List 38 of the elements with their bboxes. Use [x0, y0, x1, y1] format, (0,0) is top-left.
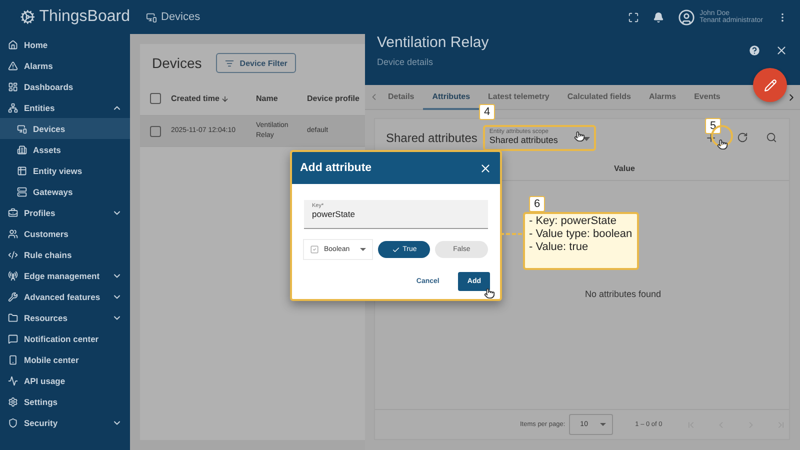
column-header[interactable]: Name — [256, 92, 307, 104]
sidebar-item[interactable]: Alarms — [0, 55, 130, 76]
sidebar-item[interactable]: Advanced features — [0, 286, 130, 307]
sidebar-item[interactable]: Assets — [0, 139, 130, 160]
sidebar-item[interactable]: Devices — [0, 118, 130, 139]
callout-line: - Key: powerState — [529, 215, 618, 228]
sidebar-item[interactable]: Profiles — [0, 202, 130, 223]
panel-title: Ventilation Relay — [377, 34, 490, 51]
callout-line: - Value type: boolean — [529, 228, 633, 242]
sidebar-item[interactable]: Edge management — [0, 265, 130, 286]
sidebar-item[interactable]: Entities — [0, 97, 130, 118]
sidebar-item[interactable]: API usage — [0, 370, 130, 391]
step-badge: 4 — [479, 104, 495, 120]
sidebar-item[interactable]: Home — [0, 34, 130, 55]
dialog-title: Add attribute — [300, 162, 372, 174]
filter-button[interactable]: Device Filter — [216, 53, 296, 73]
sidebar-item[interactable]: Security — [0, 412, 130, 433]
sidebar-item[interactable]: Customers — [0, 223, 130, 244]
logo-text: ThingsBoard — [39, 8, 130, 26]
sidebar-item[interactable]: Entity views — [0, 160, 130, 181]
sidebar-item[interactable]: Rule chains — [0, 244, 130, 265]
step-badge: 6 — [529, 196, 545, 212]
callout-line: - Value: true — [529, 241, 590, 255]
column-header[interactable]: Created time — [171, 92, 256, 104]
sidebar-item[interactable]: Mobile center — [0, 349, 130, 370]
sidebar-item[interactable]: Settings — [0, 391, 130, 412]
section-title: Shared attributes — [386, 130, 478, 144]
panel-subtitle: Device details — [377, 57, 434, 67]
sidebar-item[interactable]: Resources — [0, 307, 130, 328]
tab[interactable]: Attributes — [423, 84, 480, 110]
sidebar-item[interactable]: Notification center — [0, 328, 130, 349]
column-header: Value — [614, 164, 635, 172]
sidebar-item[interactable]: Gateways — [0, 181, 130, 202]
card-title: Devices — [152, 55, 202, 71]
sidebar-item[interactable]: Dashboards — [0, 76, 130, 97]
breadcrumb: Devices — [161, 11, 200, 23]
column-header[interactable]: Device profile — [307, 92, 365, 104]
empty-message: No attributes found — [584, 289, 662, 301]
